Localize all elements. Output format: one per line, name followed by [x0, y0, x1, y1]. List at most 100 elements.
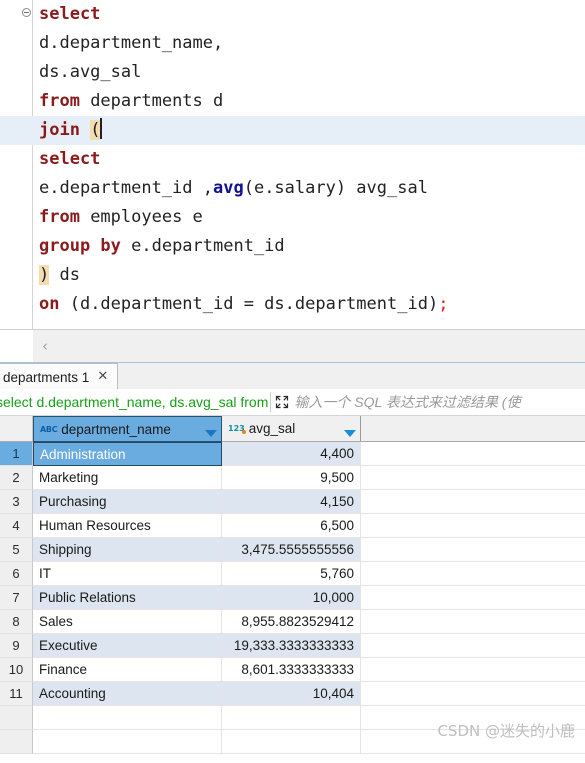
grid-body[interactable]: 1 Administration 4,400 2 Marketing 9,500 3 Purc…: [0, 442, 585, 763]
abc-icon: ABC: [40, 424, 58, 434]
table-row[interactable]: 10 Finance 8,601.3333333333: [0, 658, 585, 682]
column-header-label: avg_sal: [248, 421, 296, 436]
table-row[interactable]: 7 Public Relations 10,000: [0, 586, 585, 610]
row-number[interactable]: 5: [0, 538, 33, 562]
cell-department-name[interactable]: Public Relations: [33, 586, 222, 610]
sql-code-text[interactable]: select d.department_name, ds.avg_sal from d…: [0, 0, 585, 319]
close-icon[interactable]: ✕: [96, 369, 109, 385]
cell-avg-sal[interactable]: 8,601.3333333333: [222, 658, 361, 682]
cell-department-name[interactable]: Human Resources: [33, 514, 222, 538]
table-row[interactable]: 11 Accounting 10,404: [0, 682, 585, 706]
table-row[interactable]: 3 Purchasing 4,150: [0, 490, 585, 514]
sql-keyword: join: [39, 120, 80, 140]
table-row[interactable]: 1 Administration 4,400: [0, 442, 585, 466]
cell-department-name[interactable]: Marketing: [33, 466, 222, 490]
cell-avg-sal[interactable]: 9,500: [222, 466, 361, 490]
sql-keyword: from: [39, 207, 80, 227]
code-line[interactable]: d.department_name,: [34, 29, 585, 58]
code-line[interactable]: ds.avg_sal: [34, 58, 585, 87]
code-line[interactable]: join (: [0, 116, 585, 145]
cell-avg-sal[interactable]: 4,400: [222, 442, 361, 466]
cell-filler: [361, 466, 585, 490]
cell-department-name[interactable]: Executive: [33, 634, 222, 658]
cell-empty: [222, 730, 361, 754]
cell-avg-sal[interactable]: 10,404: [222, 682, 361, 706]
bracket-match-highlight: (: [90, 120, 101, 140]
grid-corner-header[interactable]: [0, 416, 33, 441]
results-grid: ABC department_name 123 avg_sal 1 Administra…: [0, 416, 585, 763]
sql-text: departments d: [79, 91, 224, 111]
cell-filler: [361, 682, 585, 706]
code-line[interactable]: ) ds: [34, 261, 585, 290]
editor-gutter[interactable]: [0, 0, 33, 329]
code-line[interactable]: on (d.department_id = ds.department_id);: [34, 290, 585, 319]
cell-department-name[interactable]: Finance: [33, 658, 222, 682]
cell-avg-sal[interactable]: 10,000: [222, 586, 361, 610]
row-number[interactable]: 9: [0, 634, 33, 658]
editor-gutter-footer: [0, 330, 33, 362]
filter-expression-input[interactable]: 输入一个 SQL 表达式来过滤结果 (使: [294, 392, 520, 412]
dbeaver-sql-editor-window: select d.department_name, ds.avg_sal from d…: [0, 0, 585, 763]
code-line[interactable]: from employees e: [34, 203, 585, 232]
cell-department-name[interactable]: Administration: [33, 442, 222, 466]
chevron-down-icon[interactable]: [344, 425, 356, 437]
sql-keyword: on: [39, 294, 60, 314]
row-number[interactable]: 10: [0, 658, 33, 682]
sql-editor-pane[interactable]: select d.department_name, ds.avg_sal from d…: [0, 0, 585, 329]
sql-text: e.department_id ,: [39, 178, 213, 198]
cell-filler: [361, 610, 585, 634]
cell-department-name[interactable]: Shipping: [33, 538, 222, 562]
row-number[interactable]: 7: [0, 586, 33, 610]
row-number[interactable]: 6: [0, 562, 33, 586]
cell-avg-sal[interactable]: 5,760: [222, 562, 361, 586]
row-number[interactable]: 11: [0, 682, 33, 706]
chevron-left-icon[interactable]: ‹: [42, 339, 56, 354]
table-row[interactable]: 6 IT 5,760: [0, 562, 585, 586]
code-line[interactable]: group by e.department_id: [34, 232, 585, 261]
cell-department-name[interactable]: Sales: [33, 610, 222, 634]
column-header-filler: [361, 416, 585, 441]
cell-filler: [361, 538, 585, 562]
executed-sql-text: select d.department_name, ds.avg_sal fro…: [0, 394, 269, 410]
sql-text: (d.department_id = ds.department_id): [59, 294, 439, 314]
code-line[interactable]: e.department_id ,avg(e.salary) avg_sal: [34, 174, 585, 203]
code-line[interactable]: from departments d: [34, 87, 585, 116]
results-filter-bar[interactable]: select d.department_name, ds.avg_sal fro…: [0, 389, 585, 416]
cell-avg-sal[interactable]: 19,333.3333333333: [222, 634, 361, 658]
code-line[interactable]: select: [34, 0, 585, 29]
table-row[interactable]: 8 Sales 8,955.8823529412: [0, 610, 585, 634]
cell-department-name[interactable]: Purchasing: [33, 490, 222, 514]
column-header-avg_sal[interactable]: 123 avg_sal: [222, 416, 361, 441]
cell-filler: [361, 562, 585, 586]
results-tabbar: departments 1 ✕: [0, 362, 585, 390]
sql-keyword: group by: [39, 236, 121, 256]
code-fold-collapse-icon[interactable]: [22, 8, 31, 17]
table-row[interactable]: 4 Human Resources 6,500: [0, 514, 585, 538]
cell-avg-sal[interactable]: 3,475.5555555556: [222, 538, 361, 562]
tab-departments-1[interactable]: departments 1 ✕: [0, 363, 119, 390]
cell-department-name[interactable]: IT: [33, 562, 222, 586]
cell-avg-sal[interactable]: 8,955.8823529412: [222, 610, 361, 634]
chevron-down-icon[interactable]: [205, 425, 217, 437]
expand-arrows-icon[interactable]: [274, 394, 290, 410]
table-row[interactable]: 2 Marketing 9,500: [0, 466, 585, 490]
row-number[interactable]: 2: [0, 466, 33, 490]
table-row[interactable]: 9 Executive 19,333.3333333333: [0, 634, 585, 658]
row-number[interactable]: 1: [0, 442, 33, 466]
code-line[interactable]: select: [34, 145, 585, 174]
cell-empty: [222, 706, 361, 730]
row-number-empty: [0, 706, 33, 730]
cell-avg-sal[interactable]: 6,500: [222, 514, 361, 538]
column-header-department_name[interactable]: ABC department_name: [33, 416, 222, 442]
sql-keyword: select: [39, 149, 101, 169]
bracket-match-highlight: ): [39, 265, 50, 285]
row-number[interactable]: 8: [0, 610, 33, 634]
row-number[interactable]: 4: [0, 514, 33, 538]
cell-avg-sal[interactable]: 4,150: [222, 490, 361, 514]
cell-filler: [361, 658, 585, 682]
cell-filler: [361, 634, 585, 658]
cell-department-name[interactable]: Accounting: [33, 682, 222, 706]
column-header-label: department_name: [61, 421, 171, 437]
table-row[interactable]: 5 Shipping 3,475.5555555556: [0, 538, 585, 562]
row-number[interactable]: 3: [0, 490, 33, 514]
